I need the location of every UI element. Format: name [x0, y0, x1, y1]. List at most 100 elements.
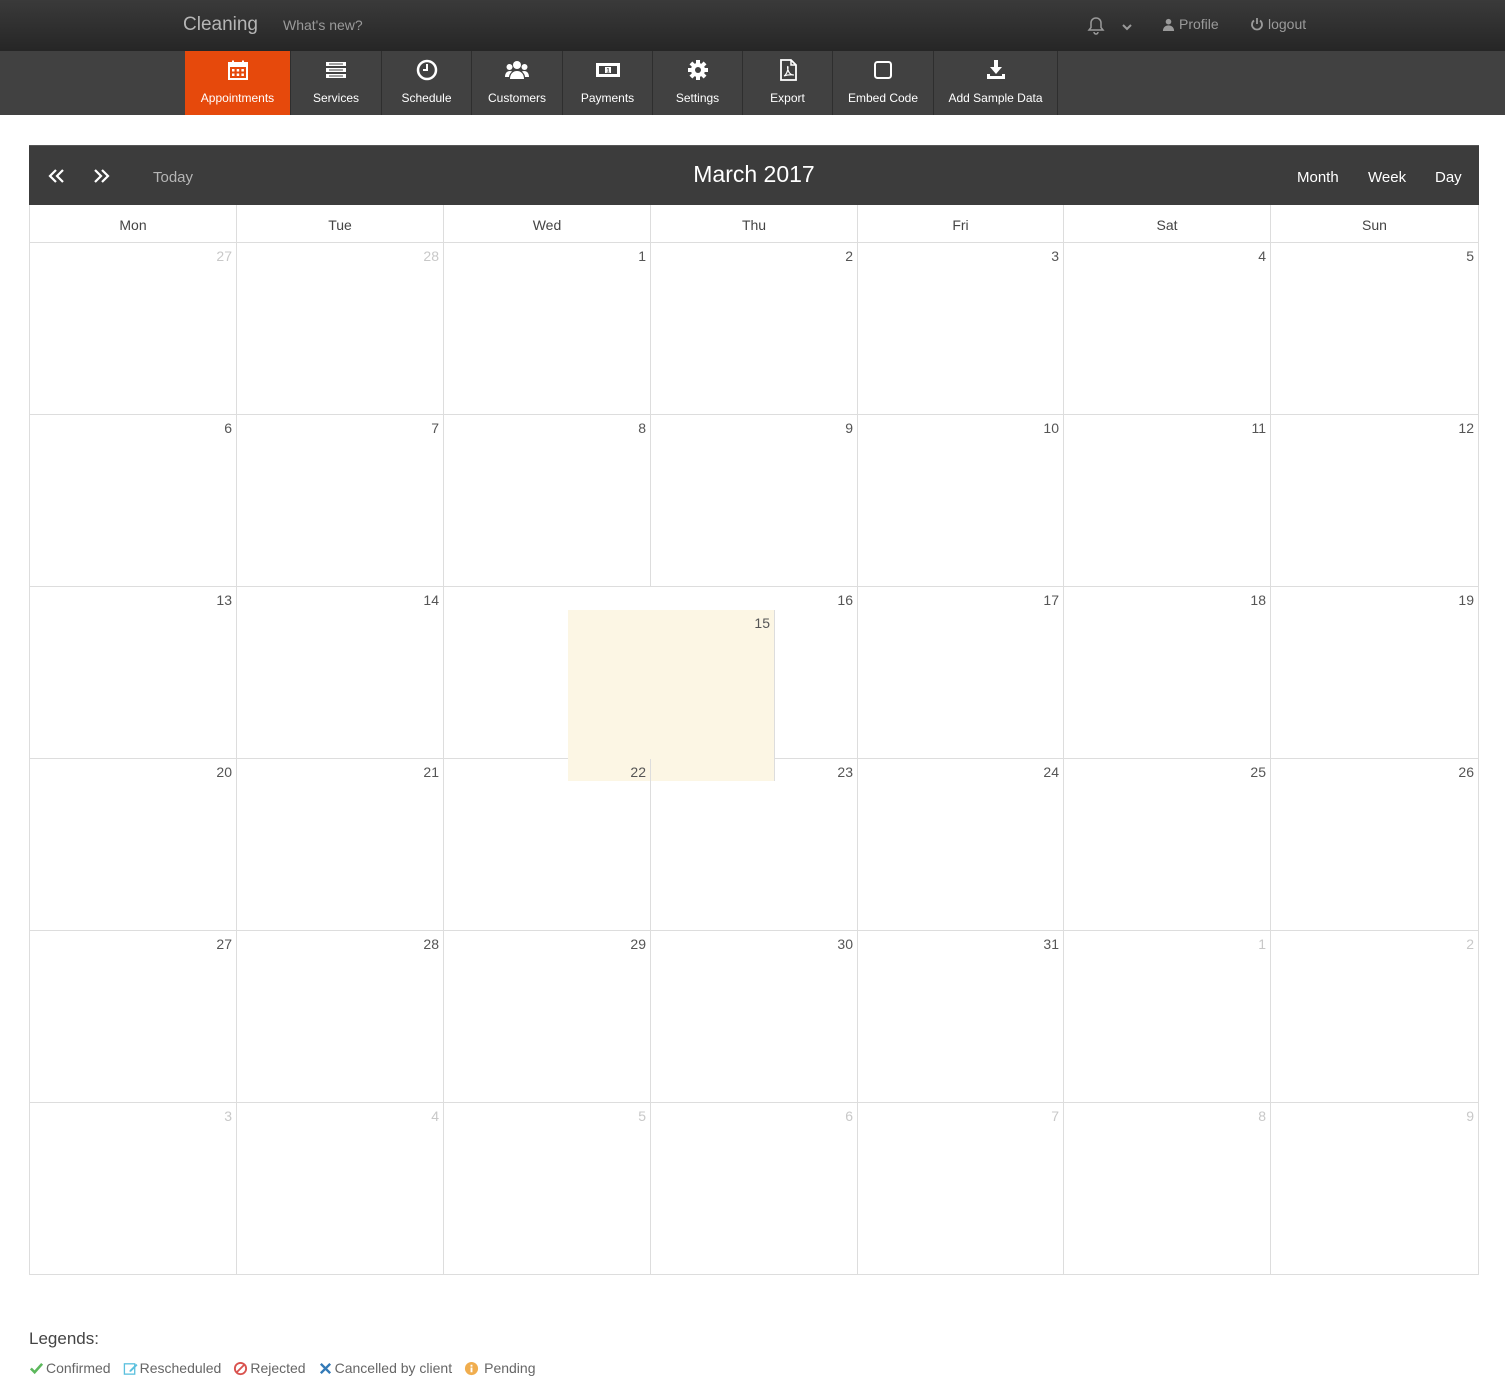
- calendar-day-cell[interactable]: 6: [30, 415, 237, 586]
- nav-export[interactable]: Export: [743, 51, 833, 115]
- calendar-week-row: 6 7 8 9 10 11 12: [29, 415, 1479, 587]
- calendar-day-cell[interactable]: 18: [1064, 587, 1271, 758]
- square-icon: [874, 61, 892, 79]
- day-number: 2: [845, 248, 853, 264]
- nav-label: Payments: [580, 91, 635, 105]
- calendar-day-cell[interactable]: 30: [651, 931, 858, 1102]
- day-number: 6: [845, 1108, 853, 1124]
- day-number: 5: [1466, 248, 1474, 264]
- calendar-day-cell[interactable]: 7: [237, 415, 444, 586]
- day-number: 1: [638, 248, 646, 264]
- profile-label: Profile: [1179, 16, 1219, 32]
- day-number: 7: [431, 420, 439, 436]
- calendar-icon: [227, 60, 248, 80]
- calendar-day-cell[interactable]: 5: [1271, 243, 1479, 414]
- view-day-button[interactable]: Day: [1435, 169, 1462, 186]
- calendar-day-cell[interactable]: 19: [1271, 587, 1479, 758]
- nav-appointments[interactable]: Appointments: [185, 51, 291, 115]
- day-of-week-header: Mon Tue Wed Thu Fri Sat Sun: [29, 205, 1479, 243]
- view-month-button[interactable]: Month: [1297, 169, 1339, 186]
- calendar-week-row: 13 14 15 16 17 18 19: [29, 587, 1479, 781]
- nav-label: Export: [770, 91, 805, 105]
- list-icon: [326, 62, 346, 78]
- calendar-day-cell[interactable]: 28: [237, 243, 444, 414]
- calendar-day-cell[interactable]: 16: [651, 587, 858, 758]
- nav-label: Customers: [487, 91, 546, 105]
- day-number: 6: [224, 420, 232, 436]
- calendar-day-cell[interactable]: 20: [30, 759, 237, 930]
- calendar-day-cell[interactable]: 8: [444, 415, 651, 586]
- calendar-day-cell[interactable]: 11: [1064, 415, 1271, 586]
- nav-services[interactable]: Services: [291, 51, 382, 115]
- calendar-day-cell[interactable]: 22: [444, 759, 651, 930]
- logout-label: logout: [1268, 16, 1307, 32]
- brand-link[interactable]: Cleaning: [183, 14, 258, 36]
- view-week-button[interactable]: Week: [1368, 169, 1406, 186]
- day-number: 12: [1458, 420, 1474, 436]
- money-icon: 1: [595, 63, 620, 77]
- nav-settings[interactable]: Settings: [653, 51, 743, 115]
- profile-link[interactable]: Profile: [1162, 16, 1219, 32]
- nav-add-sample-data[interactable]: Add Sample Data: [934, 51, 1058, 115]
- calendar-day-cell[interactable]: 21: [237, 759, 444, 930]
- day-number: 14: [423, 592, 439, 608]
- calendar-day-cell[interactable]: 27: [30, 931, 237, 1102]
- calendar-day-cell[interactable]: 4: [1064, 243, 1271, 414]
- calendar-day-cell[interactable]: 9: [1271, 1103, 1479, 1274]
- day-number: 28: [423, 936, 439, 952]
- calendar-day-cell[interactable]: 26: [1271, 759, 1479, 930]
- calendar-day-cell[interactable]: 8: [1064, 1103, 1271, 1274]
- calendar-day-cell[interactable]: 25: [1064, 759, 1271, 930]
- day-number: 9: [1466, 1108, 1474, 1124]
- calendar-day-cell[interactable]: 6: [651, 1103, 858, 1274]
- calendar-day-cell[interactable]: 27: [30, 243, 237, 414]
- calendar-day-cell[interactable]: 28: [237, 931, 444, 1102]
- power-icon: [1251, 18, 1263, 31]
- check-icon: [29, 1362, 44, 1374]
- day-number: 20: [216, 764, 232, 780]
- main-nav: Appointments Services Schedule Customers…: [0, 51, 1505, 115]
- calendar-day-cell[interactable]: 24: [858, 759, 1064, 930]
- calendar-day-cell[interactable]: 9: [651, 415, 858, 586]
- legend-rescheduled: Rescheduled: [123, 1360, 221, 1376]
- day-number: 19: [1458, 592, 1474, 608]
- day-number: 30: [837, 936, 853, 952]
- calendar-day-cell[interactable]: 3: [858, 243, 1064, 414]
- calendar-day-cell[interactable]: 14: [237, 587, 444, 758]
- edit-icon: [123, 1362, 138, 1375]
- legends-list: Confirmed Rescheduled Rejected Cancelled…: [29, 1360, 548, 1376]
- calendar-day-cell[interactable]: 12: [1271, 415, 1479, 586]
- day-number: 27: [216, 248, 232, 264]
- day-number: 9: [845, 420, 853, 436]
- chevron-down-icon[interactable]: [1120, 20, 1134, 34]
- logout-link[interactable]: logout: [1250, 16, 1306, 32]
- nav-payments[interactable]: 1 Payments: [563, 51, 653, 115]
- calendar-day-cell[interactable]: 10: [858, 415, 1064, 586]
- calendar-day-cell[interactable]: 2: [1271, 931, 1479, 1102]
- calendar-day-cell[interactable]: 13: [30, 587, 237, 758]
- legend-cancelled: Cancelled by client: [318, 1360, 452, 1376]
- calendar-day-cell[interactable]: 29: [444, 931, 651, 1102]
- calendar-day-cell[interactable]: 1: [444, 243, 651, 414]
- calendar-day-cell[interactable]: 23: [651, 759, 858, 930]
- legends-title: Legends:: [29, 1329, 99, 1348]
- legend-label: Confirmed: [46, 1360, 111, 1376]
- calendar: Today March 2017 Month Week Day Mon Tue We…: [29, 145, 1479, 1275]
- nav-customers[interactable]: Customers: [472, 51, 563, 115]
- day-number: 17: [1043, 592, 1059, 608]
- whats-new-link[interactable]: What's new?: [283, 17, 363, 33]
- calendar-day-cell[interactable]: 31: [858, 931, 1064, 1102]
- calendar-day-cell[interactable]: 2: [651, 243, 858, 414]
- bell-icon[interactable]: [1086, 16, 1106, 36]
- calendar-day-cell[interactable]: 1: [1064, 931, 1271, 1102]
- calendar-day-cell[interactable]: 3: [30, 1103, 237, 1274]
- nav-label: Settings: [675, 91, 720, 105]
- calendar-week-row: 27 28 29 30 31 1 2: [29, 931, 1479, 1103]
- times-icon: [319, 1362, 331, 1374]
- nav-schedule[interactable]: Schedule: [382, 51, 472, 115]
- calendar-day-cell[interactable]: 17: [858, 587, 1064, 758]
- calendar-day-cell[interactable]: 4: [237, 1103, 444, 1274]
- calendar-day-cell[interactable]: 5: [444, 1103, 651, 1274]
- nav-embed-code[interactable]: Embed Code: [833, 51, 934, 115]
- calendar-day-cell[interactable]: 7: [858, 1103, 1064, 1274]
